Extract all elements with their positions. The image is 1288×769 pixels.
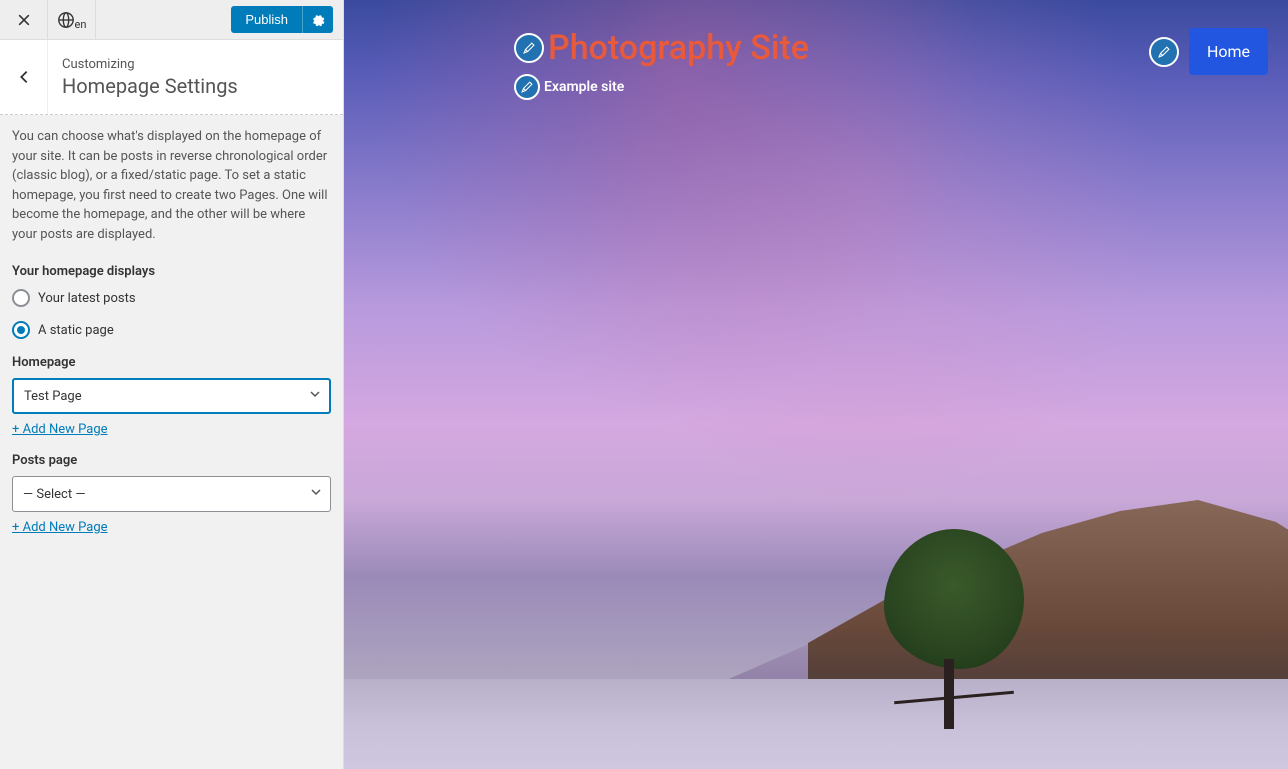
language-code: en: [75, 18, 87, 31]
posts-page-select[interactable]: — Select —: [12, 476, 331, 512]
radio-latest-label: Your latest posts: [38, 291, 136, 306]
back-button[interactable]: [0, 40, 48, 114]
posts-page-field-label: Posts page: [12, 453, 331, 468]
chevron-down-icon: [310, 486, 322, 502]
language-button[interactable]: en: [48, 0, 96, 40]
gear-icon: [311, 13, 325, 27]
breadcrumb: Customizing: [62, 57, 238, 72]
edit-tagline-button[interactable]: [514, 74, 540, 100]
chevron-down-icon: [309, 388, 321, 404]
homepage-select-value: Test Page: [24, 389, 82, 404]
panel-description: You can choose what's displayed on the h…: [12, 127, 331, 244]
nav-home-link[interactable]: Home: [1189, 28, 1268, 75]
radio-latest-posts[interactable]: Your latest posts: [12, 289, 331, 307]
globe-icon: [57, 11, 75, 29]
pencil-icon: [522, 41, 536, 55]
homepage-displays-label: Your homepage displays: [12, 264, 331, 279]
site-title[interactable]: Photography Site: [548, 28, 809, 68]
publish-button[interactable]: Publish: [231, 6, 302, 33]
close-customizer-button[interactable]: [0, 0, 48, 40]
pencil-icon: [1157, 45, 1171, 59]
site-tagline: Example site: [544, 79, 624, 95]
homepage-select[interactable]: Test Page: [12, 378, 331, 414]
pencil-icon: [520, 80, 534, 94]
posts-page-select-value: — Select —: [23, 487, 85, 502]
add-new-posts-page-link[interactable]: + Add New Page: [12, 520, 108, 535]
publish-settings-button[interactable]: [302, 6, 333, 33]
homepage-field-label: Homepage: [12, 355, 331, 370]
edit-site-title-button[interactable]: [514, 33, 544, 63]
radio-icon: [12, 289, 30, 307]
chevron-left-icon: [15, 68, 33, 86]
page-title: Homepage Settings: [62, 74, 238, 98]
radio-static-page[interactable]: A static page: [12, 321, 331, 339]
site-preview: Photography Site Example site Home: [344, 0, 1288, 769]
edit-nav-button[interactable]: [1149, 37, 1179, 67]
radio-icon: [12, 321, 30, 339]
radio-static-label: A static page: [38, 323, 114, 338]
add-new-homepage-link[interactable]: + Add New Page: [12, 422, 108, 437]
